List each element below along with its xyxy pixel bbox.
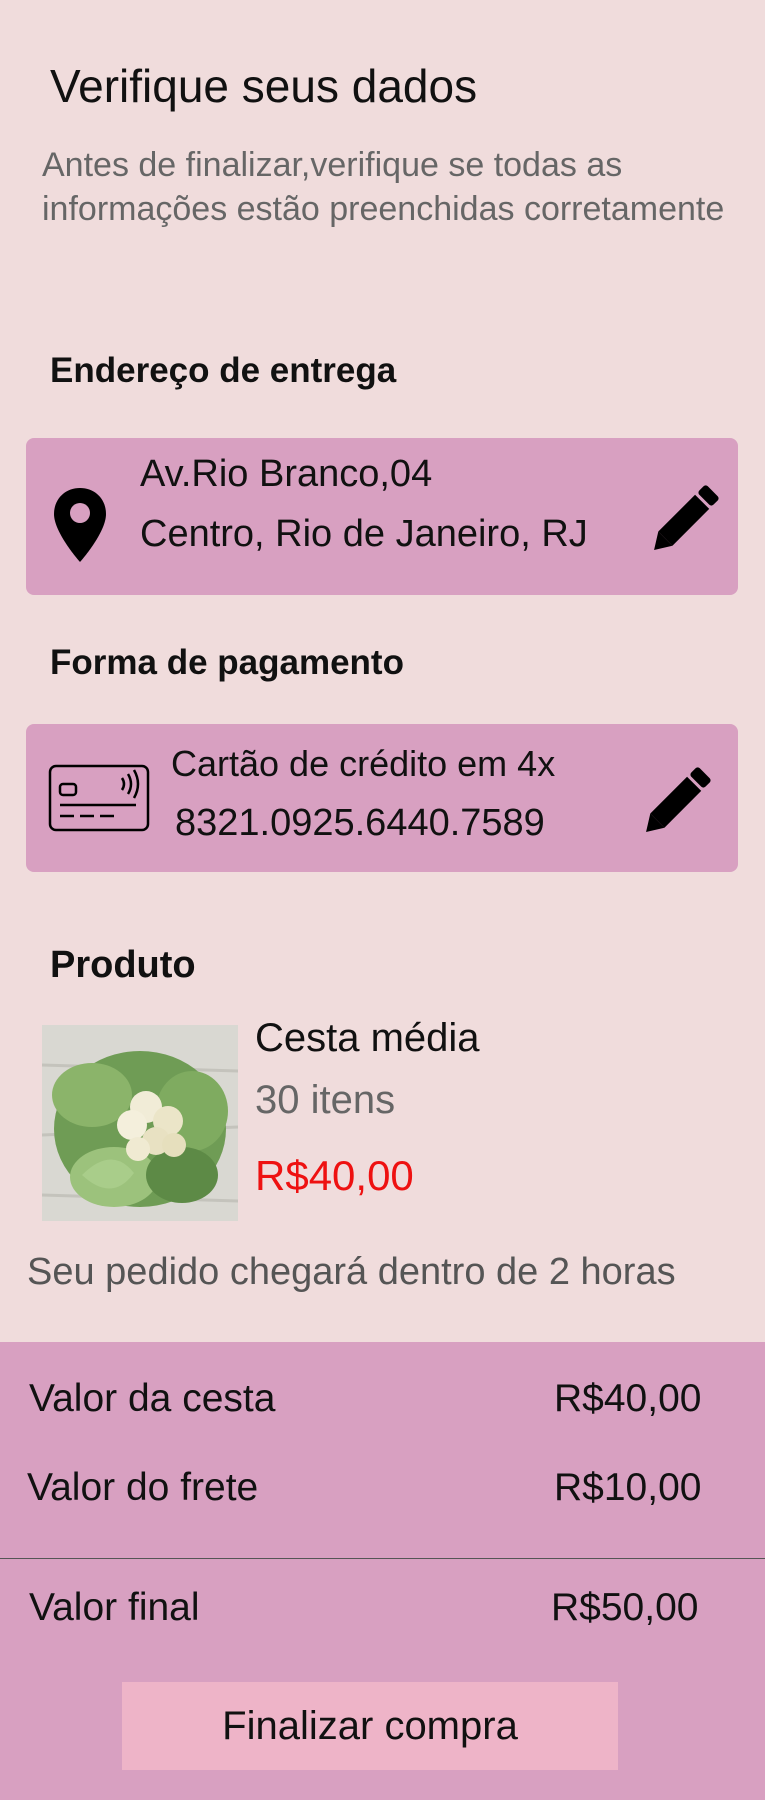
payment-method: Cartão de crédito em 4x [171, 743, 556, 784]
card-number: 8321.0925.6440.7589 [175, 802, 545, 844]
shipping-value: R$10,00 [554, 1466, 702, 1509]
finalize-purchase-button[interactable]: Finalizar compra [122, 1682, 618, 1770]
summary-divider [0, 1558, 765, 1559]
payment-card: Cartão de crédito em 4x 8321.0925.6440.7… [26, 724, 738, 872]
credit-card-icon [48, 764, 150, 832]
delivery-note: Seu pedido chegará dentro de 2 horas [27, 1251, 676, 1293]
final-value: R$50,00 [551, 1586, 699, 1629]
address-section-title: Endereço de entrega [50, 351, 397, 390]
basket-value-label: Valor da cesta [29, 1377, 276, 1420]
product-item-count: 30 itens [255, 1078, 396, 1122]
edit-address-pencil-icon[interactable] [646, 474, 730, 558]
edit-payment-pencil-icon[interactable] [638, 756, 722, 840]
page-title: Verifique seus dados [50, 60, 478, 112]
product-section-title: Produto [50, 944, 196, 986]
location-pin-icon [54, 488, 106, 562]
product-name: Cesta média [255, 1016, 480, 1060]
payment-section-title: Forma de pagamento [50, 643, 404, 682]
basket-value: R$40,00 [554, 1377, 702, 1420]
shipping-value-label: Valor do frete [27, 1466, 259, 1509]
address-card: Av.Rio Branco,04 Centro, Rio de Janeiro,… [26, 438, 738, 595]
page-subtitle: Antes de finalizar,verifique se todas as… [42, 146, 725, 228]
address-line-1: Av.Rio Branco,04 [140, 453, 433, 495]
cauliflower-image [42, 1025, 238, 1221]
final-value-label: Valor final [29, 1586, 200, 1629]
product-price: R$40,00 [255, 1152, 414, 1199]
order-summary: Valor da cesta R$40,00 Valor do frete R$… [0, 1342, 765, 1800]
address-line-2: Centro, Rio de Janeiro, RJ [140, 513, 588, 555]
